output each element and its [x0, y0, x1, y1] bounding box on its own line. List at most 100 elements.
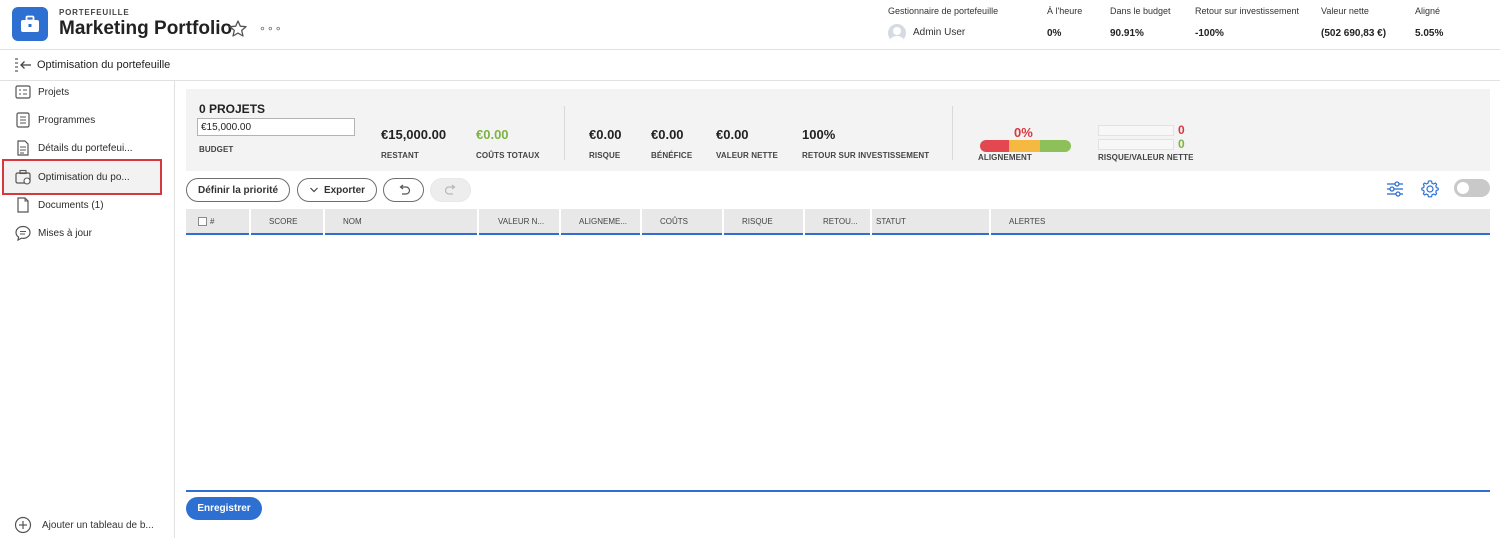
column-header-alignment[interactable]: ALIGNEME...	[579, 209, 641, 233]
redo-icon	[444, 184, 455, 195]
page-title: Marketing Portfolio	[59, 18, 233, 39]
metric-value-on-budget: 90.91%	[1110, 28, 1144, 39]
metric-label-on-budget: Dans le budget	[1110, 6, 1171, 16]
export-button[interactable]: Exporter	[297, 178, 377, 202]
document-icon	[17, 197, 29, 213]
export-label: Exporter	[323, 184, 366, 196]
grid-bottom-border	[186, 490, 1490, 492]
set-priority-button[interactable]: Définir la priorité	[186, 178, 290, 202]
sidebar-item-label: Mises à jour	[38, 227, 92, 239]
risk-bar	[1098, 125, 1174, 136]
chevron-down-icon	[310, 187, 318, 193]
column-divider	[477, 209, 479, 235]
details-icon	[17, 140, 29, 156]
section-title: Optimisation du portefeuille	[37, 59, 171, 71]
column-header-risk[interactable]: RISQUE	[742, 209, 792, 233]
remaining-value: €15,000.00	[381, 127, 447, 142]
risk-value: €0.00	[589, 127, 622, 142]
column-header-number[interactable]: #	[198, 209, 248, 233]
sidebar-item-label: Détails du portefeui...	[38, 142, 133, 154]
metric-label-aligned: Aligné	[1415, 6, 1441, 16]
divider	[564, 106, 565, 160]
column-divider	[803, 209, 805, 235]
favorite-star-icon[interactable]	[228, 19, 248, 39]
column-header-status[interactable]: STATUT	[876, 209, 976, 233]
projects-count: 0 PROJETS	[199, 102, 266, 116]
object-type-label: PORTEFEUILLE	[59, 8, 130, 17]
alignment-value: 0%	[1014, 125, 1033, 140]
net-value-label: VALEUR NETTE	[716, 151, 778, 160]
risk-netvalue-label: RISQUE/VALEUR NETTE	[1098, 153, 1194, 162]
metric-value-aligned: 5.05%	[1415, 28, 1444, 39]
section-bar	[0, 50, 1500, 81]
top-header: PORTEFEUILLE Marketing Portfolio ∘∘∘ Ges…	[0, 0, 1500, 50]
roi-value: 100%	[802, 127, 836, 142]
total-costs-label: COÛTS TOTAUX	[476, 151, 540, 160]
column-divider	[989, 209, 991, 235]
column-divider	[249, 209, 251, 235]
metric-value-on-time: 0%	[1047, 28, 1062, 39]
metric-label-net-value: Valeur nette	[1321, 6, 1369, 16]
sidebar-item-label: Documents (1)	[38, 199, 104, 211]
profit-label: BÉNÉFICE	[651, 151, 693, 160]
budget-label: BUDGET	[199, 145, 234, 154]
remaining-label: RESTANT	[381, 151, 419, 160]
settings-gear-icon[interactable]	[1420, 179, 1440, 199]
undo-icon	[399, 184, 410, 195]
redo-button[interactable]	[430, 178, 471, 202]
programs-icon	[16, 112, 30, 128]
metric-label-manager: Gestionnaire de portefeuille	[888, 6, 999, 16]
more-options-icon[interactable]: ∘∘∘	[259, 24, 283, 35]
view-toggle[interactable]	[1454, 179, 1490, 197]
column-header-costs[interactable]: COÛTS	[660, 209, 710, 233]
manager-name[interactable]: Admin User	[913, 27, 965, 38]
column-header-score[interactable]: SCORE	[269, 209, 319, 233]
sidebar-item-label: Optimisation du po...	[38, 171, 130, 183]
column-divider	[640, 209, 642, 235]
optimization-icon	[15, 169, 31, 185]
metric-label-roi: Retour sur investissement	[1195, 6, 1300, 16]
sidebar-item-label: Projets	[38, 86, 70, 98]
add-circle-icon	[14, 516, 32, 534]
sidebar-item-details[interactable]: Détails du portefeui...	[2, 135, 162, 161]
sidebar-item-documents[interactable]: Documents (1)	[2, 192, 162, 218]
total-costs-value: €0.00	[476, 127, 509, 142]
avatar[interactable]	[888, 24, 906, 42]
undo-button[interactable]	[383, 178, 424, 202]
sidebar-item-programs[interactable]: Programmes	[2, 107, 162, 133]
metric-value-roi: -100%	[1195, 28, 1224, 39]
add-dashboard-label: Ajouter un tableau de b...	[42, 519, 154, 531]
budget-input[interactable]	[197, 118, 355, 136]
column-divider	[870, 209, 872, 235]
risk-ratio-value: 0	[1178, 123, 1185, 137]
column-divider	[722, 209, 724, 235]
table-header: # SCORE NOM VALEUR N... ALIGNEME... COÛT…	[186, 209, 1490, 235]
sidebar-item-projects[interactable]: Projets	[2, 79, 162, 105]
select-all-checkbox[interactable]	[198, 216, 207, 226]
column-header-name[interactable]: NOM	[343, 209, 473, 233]
add-dashboard-button[interactable]: Ajouter un tableau de b...	[14, 516, 154, 534]
collapse-panel-icon[interactable]	[14, 58, 32, 72]
save-button[interactable]: Enregistrer	[186, 497, 262, 520]
updates-icon	[15, 225, 31, 242]
divider	[952, 106, 953, 160]
projects-icon	[15, 85, 31, 99]
column-divider	[559, 209, 561, 235]
column-header-net-value[interactable]: VALEUR N...	[498, 209, 560, 233]
gauge-segment-high	[1040, 140, 1071, 152]
sidebar-item-updates[interactable]: Mises à jour	[2, 220, 162, 246]
profit-value: €0.00	[651, 127, 684, 142]
sidebar-item-optimization[interactable]: Optimisation du po...	[2, 159, 162, 195]
metric-label-on-time: À l'heure	[1047, 6, 1083, 16]
filter-sliders-icon[interactable]	[1385, 179, 1405, 199]
metric-value-net-value: (502 690,83 €)	[1321, 28, 1387, 39]
column-header-alerts[interactable]: ALERTES	[1009, 209, 1129, 233]
sidebar-item-label: Programmes	[38, 114, 96, 126]
gauge-segment-mid	[1009, 140, 1041, 152]
column-header-roi[interactable]: RETOU...	[823, 209, 869, 233]
alignment-label: ALIGNEMENT	[978, 153, 1032, 162]
alignment-gauge	[980, 140, 1071, 152]
portfolio-briefcase-icon	[12, 7, 48, 41]
roi-label: RETOUR SUR INVESTISSEMENT	[802, 151, 930, 160]
net-value-value: €0.00	[716, 127, 749, 142]
